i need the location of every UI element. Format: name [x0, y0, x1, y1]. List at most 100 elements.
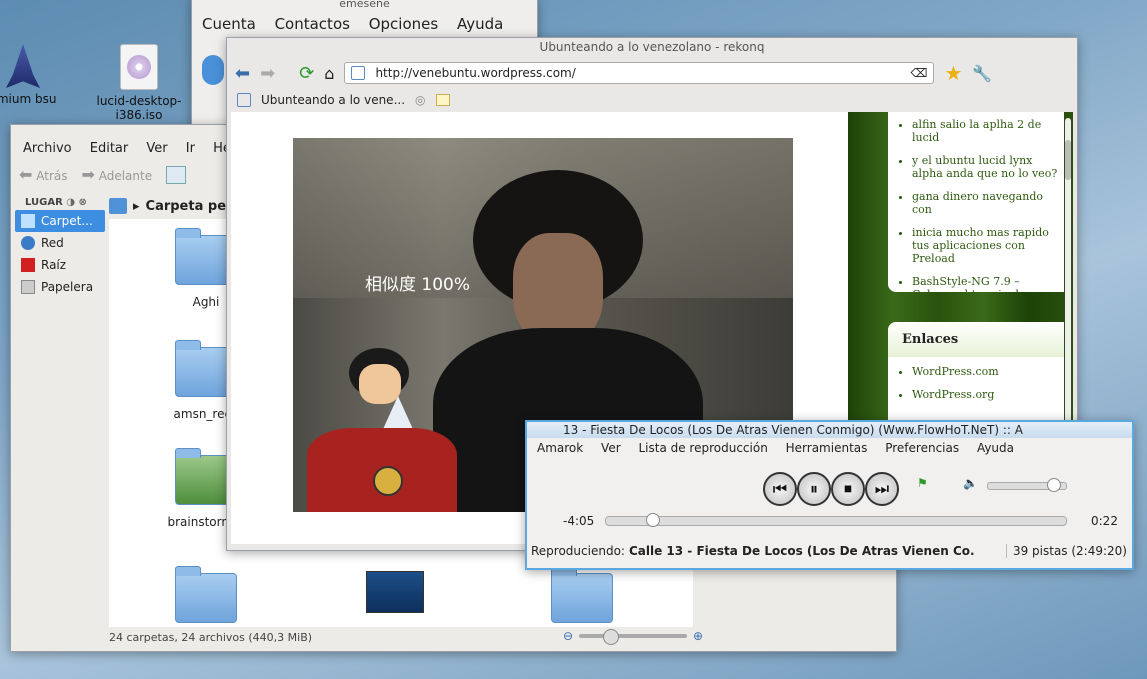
desktop-icon-label: omium bsu	[0, 92, 57, 106]
zoom-out-icon[interactable]: ⊖	[563, 629, 573, 643]
playlist-summary: 39 pistas (2:49:20)	[1005, 544, 1127, 558]
home-icon[interactable]	[109, 198, 127, 214]
menu-lista[interactable]: Lista de reproducción	[638, 441, 767, 455]
places-item-label: Red	[41, 236, 64, 250]
places-item-label: Papelera	[41, 280, 94, 294]
image-caption: 相似度 100%	[365, 275, 471, 295]
places-item-network[interactable]: Red	[15, 232, 105, 254]
screenshot-thumbnail-icon[interactable]	[366, 571, 424, 613]
tab-close-icon[interactable]: ◎	[415, 93, 425, 107]
clear-url-icon[interactable]: ⌫	[910, 66, 927, 80]
forward-button[interactable]: ➡ Adelante	[81, 165, 152, 184]
pause-icon: ⏸	[809, 479, 818, 498]
enlaces-list: WordPress.com WordPress.org	[888, 365, 1064, 401]
disc-image-icon	[120, 44, 158, 90]
new-tab-icon[interactable]	[435, 94, 450, 106]
menu-cuenta[interactable]: Cuenta	[202, 15, 256, 33]
pause-button[interactable]: ⏸	[797, 472, 831, 506]
enlace-link[interactable]: WordPress.org	[912, 388, 1064, 401]
menu-ir[interactable]: Ir	[186, 141, 195, 156]
places-item-trash[interactable]: Papelera	[15, 276, 105, 298]
recent-posts-box: alfin salio la aplha 2 de lucid y el ubu…	[888, 112, 1064, 292]
places-item-label: Carpet...	[41, 214, 93, 228]
skip-forward-icon: ⏭	[874, 479, 890, 498]
stop-icon: ⏹	[843, 479, 852, 498]
post-link[interactable]: BashStyle-NG 7.9 – Colores el terminal	[912, 275, 1064, 292]
menu-ver[interactable]: Ver	[601, 441, 621, 455]
zoom-slider[interactable]: ⊖ ⊕	[563, 629, 703, 645]
post-link[interactable]: y el ubuntu lucid lynx alpha anda que no…	[912, 154, 1064, 180]
menu-editar[interactable]: Editar	[90, 141, 129, 156]
now-playing-track: Calle 13 - Fiesta De Locos (Los De Atras…	[628, 544, 975, 558]
home-icon[interactable]: ⌂	[324, 64, 334, 83]
desktop-icon-chromium[interactable]: omium bsu	[0, 44, 78, 106]
site-favicon	[351, 66, 366, 80]
post-link[interactable]: alfin salio la aplha 2 de lucid	[912, 118, 1064, 144]
skip-back-icon: ⏮	[772, 479, 788, 498]
volume-icon[interactable]: 🔈	[963, 476, 978, 490]
folder-icon[interactable]	[175, 566, 237, 623]
previous-button[interactable]: ⏮	[763, 472, 797, 506]
zoom-slider-handle[interactable]	[603, 629, 620, 645]
chevron-right-icon: ▸	[133, 198, 140, 214]
back-button[interactable]: ⬅ Atrás	[19, 165, 67, 184]
menu-preferencias[interactable]: Preferencias	[885, 441, 959, 455]
menu-herramientas[interactable]: Herramientas	[786, 441, 868, 455]
emesene-title: emesene	[339, 0, 390, 10]
post-link[interactable]: gana dinero navegando con	[912, 190, 1064, 216]
now-playing-label: Reproduciendo:	[531, 544, 625, 558]
settings-wrench-icon[interactable]: 🔧	[972, 64, 992, 83]
desktop-icon-lucid-iso[interactable]: lucid-desktop- i386.iso	[84, 44, 194, 122]
volume-handle[interactable]	[1047, 478, 1062, 492]
enlaces-title: Enlaces	[888, 322, 1064, 357]
bookmark-star-icon[interactable]: ★	[944, 61, 962, 85]
home-folder-icon	[21, 214, 35, 228]
places-item-root[interactable]: Raíz	[15, 254, 105, 276]
menu-amarok[interactable]: Amarok	[537, 441, 583, 455]
next-button[interactable]: ⏭	[865, 472, 899, 506]
back-label: Atrás	[36, 169, 68, 183]
progress-handle[interactable]	[646, 513, 661, 527]
status-bar: 24 carpetas, 24 archivos (440,3 MiB)	[109, 631, 313, 644]
view-mode-icon[interactable]	[166, 165, 187, 184]
desktop-icon-label-line2: i386.iso	[115, 108, 163, 122]
person-face	[513, 233, 603, 343]
volume-slider[interactable]	[987, 478, 1067, 492]
root-folder-icon	[21, 258, 35, 272]
tab-favicon	[237, 93, 251, 107]
zoom-in-icon[interactable]: ⊕	[693, 629, 703, 643]
menu-ver[interactable]: Ver	[146, 141, 167, 156]
desktop-icon-label-line1: lucid-desktop-	[96, 94, 182, 108]
places-item-label: Raíz	[41, 258, 67, 272]
recent-posts-list: alfin salio la aplha 2 de lucid y el ubu…	[888, 118, 1064, 292]
folder-with-gear-icon[interactable]	[551, 566, 613, 623]
back-arrow-icon[interactable]: ⬅	[235, 63, 250, 84]
menu-ayuda[interactable]: Ayuda	[457, 15, 503, 33]
url-text: http://venebuntu.wordpress.com/	[375, 66, 576, 80]
menu-opciones[interactable]: Opciones	[369, 15, 438, 33]
amarok-menubar: Amarok Ver Lista de reproducción Herrami…	[527, 438, 1132, 458]
forward-arrow-icon[interactable]: ➡	[260, 63, 275, 84]
arrow-right-icon: ➡	[81, 165, 95, 184]
menu-contactos[interactable]: Contactos	[275, 15, 350, 33]
flag-icon[interactable]: ⚑	[917, 476, 928, 490]
rocket-icon	[6, 44, 40, 88]
menu-archivo[interactable]: Archivo	[23, 141, 72, 156]
progress-bar[interactable]	[605, 513, 1067, 527]
breadcrumb-label[interactable]: Carpeta pe	[146, 199, 226, 214]
dolphin-toolbar: ⬅ Atrás ➡ Adelante	[19, 165, 187, 184]
trash-icon	[21, 280, 35, 294]
rekonq-toolbar: ⬅ ➡ ⟳ ⌂ http://venebuntu.wordpress.com/ …	[235, 60, 1069, 86]
places-panel: LUGAR ◑ ⊗ Carpet... Red Raíz Papelera	[15, 195, 105, 298]
reload-icon[interactable]: ⟳	[299, 63, 314, 84]
post-link[interactable]: inicia mucho mas rapido tus aplicaciones…	[912, 226, 1064, 265]
tab-bar: Ubunteando a lo vene... ◎	[237, 90, 450, 110]
url-bar[interactable]: http://venebuntu.wordpress.com/ ⌫	[344, 62, 935, 84]
stop-button[interactable]: ⏹	[831, 472, 865, 506]
enlace-link[interactable]: WordPress.com	[912, 365, 1064, 378]
tab-label[interactable]: Ubunteando a lo vene...	[261, 93, 405, 107]
time-elapsed: 0:22	[1091, 514, 1118, 528]
places-header: LUGAR ◑ ⊗	[25, 197, 87, 208]
places-item-home[interactable]: Carpet...	[15, 210, 105, 232]
menu-ayuda[interactable]: Ayuda	[977, 441, 1014, 455]
